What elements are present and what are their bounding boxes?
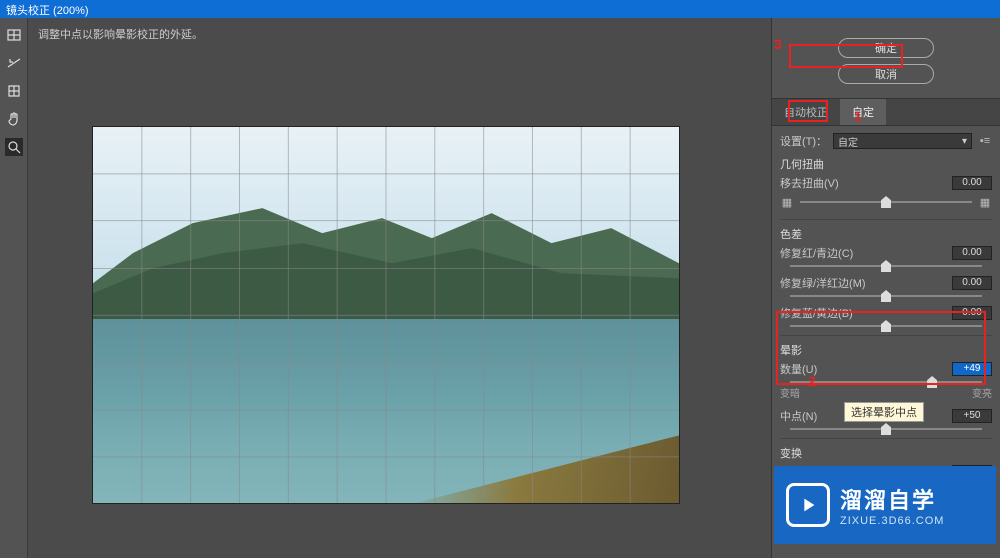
brand-url: ZIXUE.3D66.COM (840, 515, 944, 527)
tooltip: 选择晕影中点 (844, 402, 924, 422)
vignette-amount-value[interactable]: +49 (952, 362, 992, 376)
vignette-midpoint-slider[interactable] (790, 428, 982, 430)
section-vignette: 晕影 (780, 342, 992, 358)
remove-distortion-slider[interactable] (800, 201, 972, 203)
ok-button[interactable]: 确定 (838, 38, 934, 58)
canvas-area: 调整中点以影响晕影校正的外延。 (28, 18, 772, 558)
tool-column (0, 18, 28, 558)
fix-rc-label: 修复红/青边(C) (780, 245, 853, 261)
window-title: 镜头校正 (200%) (0, 0, 1000, 18)
tabs: 自动校正 自定 (772, 98, 1000, 126)
vignette-dark-label: 变暗 (780, 385, 800, 400)
section-chromatic: 色差 (780, 226, 992, 242)
remove-distortion-label: 移去扭曲(V) (780, 175, 839, 191)
grid-out-icon: ▦ (978, 193, 992, 211)
preview-image[interactable] (92, 126, 680, 504)
settings-value: 自定 (838, 134, 858, 149)
section-transform: 变换 (780, 445, 992, 461)
fix-rc-value[interactable]: 0.00 (952, 246, 992, 260)
fix-by-label: 修复蓝/黄边(B) (780, 305, 853, 321)
fix-gm-label: 修复绿/洋红边(M) (780, 275, 866, 291)
fix-gm-slider[interactable] (790, 295, 982, 297)
move-grid-tool-icon[interactable] (5, 82, 23, 100)
vignette-midpoint-label: 中点(N) (780, 408, 817, 424)
settings-label: 设置(T)： (780, 133, 827, 149)
vignette-midpoint-value[interactable]: +50 (952, 409, 992, 423)
vignette-amount-label: 数量(U) (780, 361, 817, 377)
brand-watermark: 溜溜自学 ZIXUE.3D66.COM (774, 466, 996, 544)
hand-tool-icon[interactable] (5, 110, 23, 128)
remove-distortion-value[interactable]: 0.00 (952, 176, 992, 190)
distort-tool-icon[interactable] (5, 26, 23, 44)
settings-menu-icon[interactable]: ▪≡ (978, 132, 992, 150)
settings-panel: 3 确定 取消 自动校正 自定 1 设置(T)： 自定 ▾ ▪≡ 几何扭曲 (772, 18, 1000, 558)
zoom-tool-icon[interactable] (5, 138, 23, 156)
tab-auto-correction[interactable]: 自动校正 (772, 99, 840, 125)
section-geometric: 几何扭曲 (780, 156, 992, 172)
fix-rc-slider[interactable] (790, 265, 982, 267)
fix-gm-value[interactable]: 0.00 (952, 276, 992, 290)
vignette-amount-slider[interactable] (790, 381, 982, 383)
vignette-light-label: 变亮 (972, 385, 992, 400)
straighten-tool-icon[interactable] (5, 54, 23, 72)
brand-title: 溜溜自学 (840, 483, 944, 515)
settings-dropdown[interactable]: 自定 ▾ (833, 133, 972, 149)
cancel-button[interactable]: 取消 (838, 64, 934, 84)
chevron-down-icon: ▾ (962, 136, 967, 147)
play-icon (786, 483, 830, 527)
tab-custom[interactable]: 自定 (840, 99, 886, 125)
grid-in-icon: ▦ (780, 193, 794, 211)
fix-by-value[interactable]: 0.00 (952, 306, 992, 320)
fix-by-slider[interactable] (790, 325, 982, 327)
hint-text: 调整中点以影响晕影校正的外延。 (28, 18, 771, 48)
